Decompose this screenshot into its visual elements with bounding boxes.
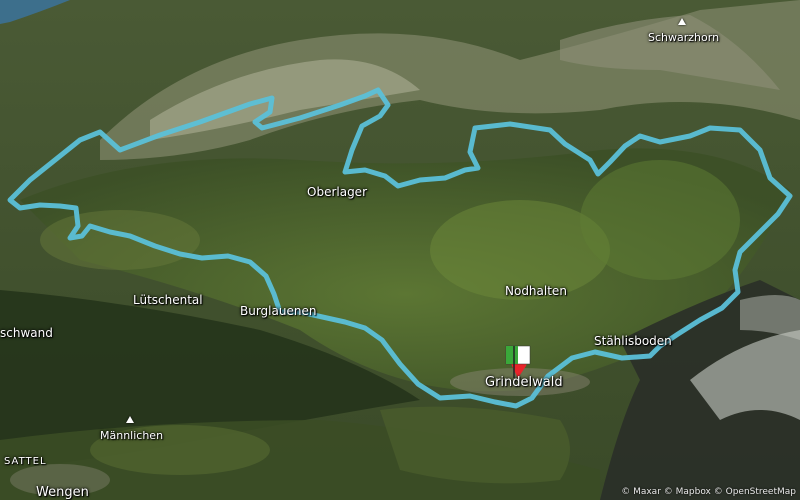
place-label-wengen[interactable]: Wengen: [36, 485, 89, 500]
place-label-nodhalten[interactable]: Nodhalten: [505, 284, 567, 298]
place-label-oberlager[interactable]: Oberlager: [307, 185, 367, 199]
map-attribution[interactable]: © Maxar © Mapbox © OpenStreetMap: [621, 487, 796, 497]
peak-icon: [678, 18, 686, 25]
peak-icon: [126, 416, 134, 423]
place-label-burglauenen[interactable]: Burglauenen: [240, 304, 316, 318]
satellite-basemap: [0, 0, 800, 500]
place-label-lutschental[interactable]: Lütschental: [133, 293, 203, 307]
place-label-grindelwald[interactable]: Grindelwald: [485, 375, 563, 390]
place-label-schwarzhorn[interactable]: Schwarzhorn: [648, 31, 719, 44]
place-label-schwand[interactable]: schwand: [0, 326, 53, 340]
map-view[interactable]: Schwarzhorn Oberlager Nodhalten Lütschen…: [0, 0, 800, 500]
place-label-stahlisboden[interactable]: Stählisboden: [594, 334, 672, 348]
place-label-mannlichen[interactable]: Männlichen: [100, 429, 163, 442]
place-label-sattel[interactable]: SATTEL: [4, 456, 47, 467]
